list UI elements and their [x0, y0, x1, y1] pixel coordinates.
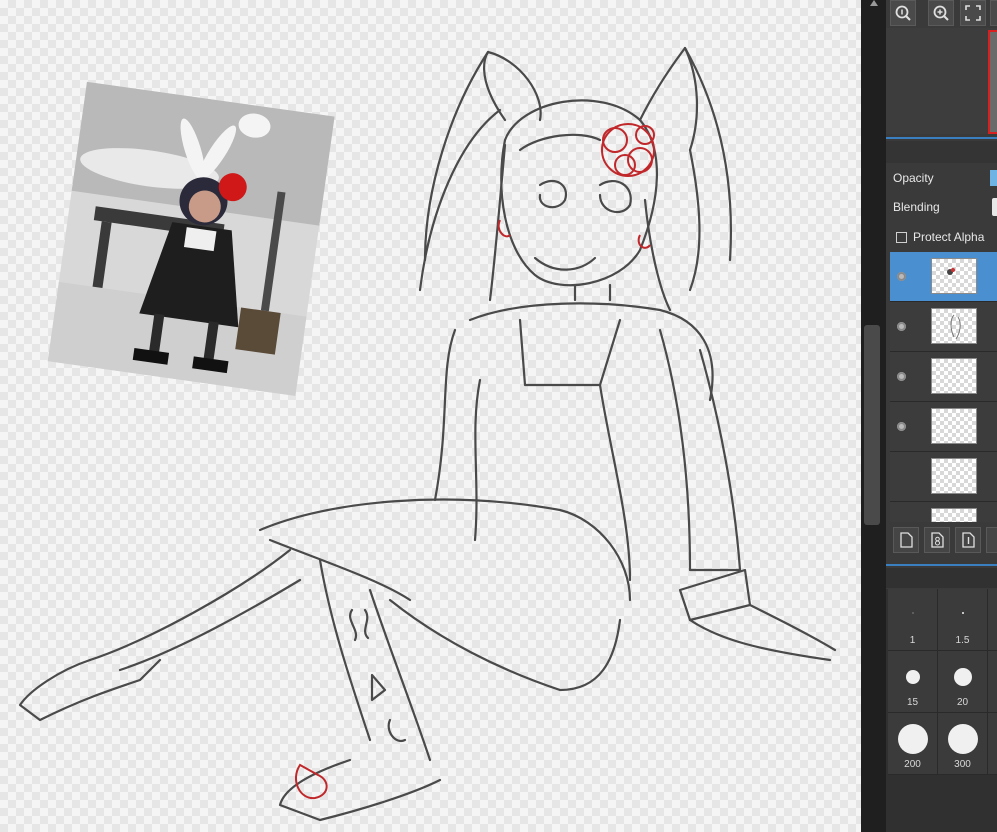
brush-dot-icon	[897, 724, 928, 754]
layer-button-bar	[890, 526, 997, 554]
visibility-icon[interactable]	[897, 422, 906, 431]
toolbar-overflow-button[interactable]	[990, 0, 997, 26]
brush-size-cell[interactable]: 1.5	[938, 589, 988, 651]
layer-panel-header	[886, 141, 997, 163]
brush-size-cell[interactable]	[988, 589, 997, 651]
brush-dot-icon	[905, 670, 920, 684]
canvas-scrollbar[interactable]	[861, 0, 886, 832]
brush-dot-icon	[953, 668, 972, 686]
visibility-icon[interactable]	[897, 322, 906, 331]
brush-size-cell[interactable]: 1	[888, 589, 938, 651]
blending-label: Blending	[893, 200, 940, 214]
opacity-label: Opacity	[893, 171, 934, 185]
layer-thumbnail	[931, 408, 977, 444]
scroll-thumb[interactable]	[864, 325, 880, 525]
sketch-drawing	[18, 46, 837, 822]
brush-dot-icon	[961, 612, 964, 614]
new-8bit-layer-icon[interactable]	[924, 527, 950, 553]
brush-size-cell[interactable]: 300	[938, 713, 988, 775]
brush-size-label: 1.5	[955, 635, 970, 646]
protect-alpha-checkbox[interactable]	[896, 231, 907, 243]
navigator-preview[interactable]	[886, 28, 997, 134]
brush-size-label: 1	[909, 635, 916, 646]
scroll-up-icon[interactable]	[870, 0, 878, 6]
layer-button-overflow[interactable]	[986, 527, 997, 553]
layer-row-2[interactable]	[890, 302, 997, 352]
brush-dot-icon	[912, 612, 913, 614]
brush-size-label: 300	[954, 759, 971, 770]
opacity-slider[interactable]	[990, 170, 997, 186]
side-panel: Opacity Blending Protect Alpha 1 1.5 15 …	[886, 0, 997, 832]
brush-size-grid[interactable]: 1 1.5 15 20 200 300	[886, 589, 997, 832]
layer-row-1[interactable]	[890, 252, 997, 302]
new-1bit-layer-icon[interactable]	[955, 527, 981, 553]
brush-size-cell[interactable]	[988, 713, 997, 775]
brush-size-label: 15	[906, 697, 919, 708]
brush-size-cell[interactable]	[988, 651, 997, 713]
layer-thumbnail	[931, 258, 977, 294]
navigator-viewport-frame[interactable]	[988, 30, 997, 134]
layer-row-5[interactable]	[890, 452, 997, 502]
brush-dot-icon	[947, 724, 978, 754]
protect-alpha-toggle[interactable]: Protect Alpha	[896, 230, 984, 244]
visibility-icon[interactable]	[897, 272, 906, 281]
brush-size-cell[interactable]: 200	[888, 713, 938, 775]
layer-thumbnail	[931, 508, 977, 522]
zoom-in-icon[interactable]	[928, 0, 954, 26]
layer-thumbnail	[931, 308, 977, 344]
visibility-icon[interactable]	[897, 372, 906, 381]
fit-screen-icon[interactable]	[960, 0, 986, 26]
layer-row-6[interactable]	[890, 502, 997, 522]
panel-divider	[886, 137, 997, 139]
brush-panel-header	[886, 568, 997, 588]
layer-thumbnail	[931, 458, 977, 494]
brush-size-label: 200	[904, 759, 921, 770]
blending-select[interactable]	[992, 198, 997, 216]
zoom-actual-icon[interactable]	[890, 0, 916, 26]
new-layer-icon[interactable]	[893, 527, 919, 553]
brush-size-cell[interactable]: 15	[888, 651, 938, 713]
brush-size-cell[interactable]: 20	[938, 651, 988, 713]
layer-row-3[interactable]	[890, 352, 997, 402]
layer-list[interactable]	[890, 252, 997, 522]
panel-divider	[886, 564, 997, 566]
layer-row-4[interactable]	[890, 402, 997, 452]
protect-alpha-label: Protect Alpha	[913, 230, 985, 244]
reference-image	[47, 81, 335, 396]
drawing-canvas[interactable]	[0, 0, 861, 832]
brush-size-label: 20	[956, 697, 969, 708]
layer-thumbnail	[931, 358, 977, 394]
